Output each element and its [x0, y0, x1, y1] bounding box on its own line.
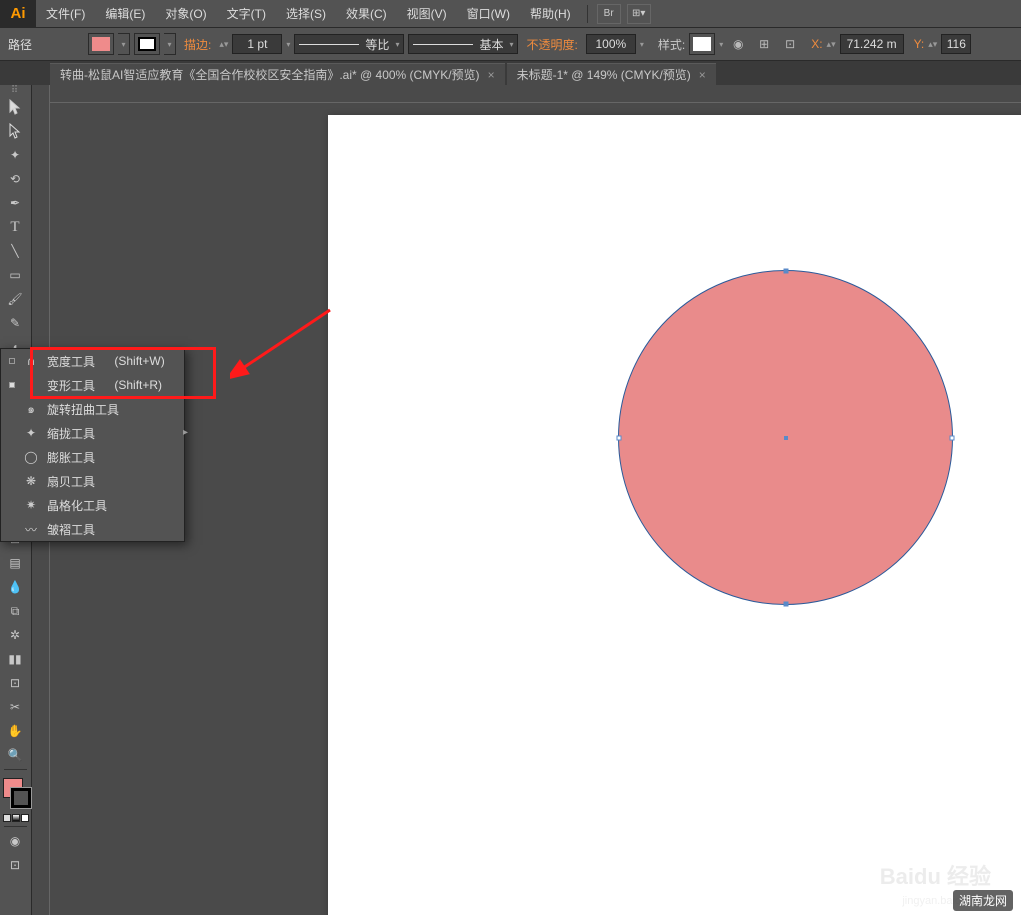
anchor-point[interactable] — [783, 269, 788, 274]
stroke-color-icon[interactable] — [11, 788, 31, 808]
recolor-icon[interactable]: ◉ — [727, 33, 749, 55]
gradient-tool[interactable]: ▤ — [0, 551, 30, 575]
main-area: ⠿ ✦ ⟲ ✒ T ╲ ▭ 🖌 ✎ ◖ ◫ ⟳ ⤢ ⋔ ⬚ ◐ ▦ ⊞ ▤ 💧 … — [0, 85, 1021, 915]
menu-edit[interactable]: 编辑(E) — [95, 0, 155, 28]
stroke-weight-input[interactable] — [232, 34, 282, 54]
flyout-twirl-tool[interactable]: ๑旋转扭曲工具 — [1, 397, 184, 421]
blend-tool[interactable]: ⧉ — [0, 599, 30, 623]
hand-tool[interactable]: ✋ — [0, 719, 30, 743]
menu-file[interactable]: 文件(F) — [36, 0, 95, 28]
fill-swatch[interactable] — [88, 33, 114, 55]
document-tabbar: 转曲-松鼠AI智适应教育《全国合作校校区安全指南》.ai* @ 400% (CM… — [0, 61, 1021, 85]
tab-document-2[interactable]: 未标题-1* @ 149% (CMYK/预览)× — [507, 63, 716, 85]
y-input[interactable] — [941, 34, 971, 54]
flyout-crystallize-tool[interactable]: ✷晶格化工具 — [1, 493, 184, 517]
fill-dropdown[interactable]: ▾ — [118, 33, 130, 55]
zoom-tool[interactable]: 🔍 — [0, 743, 30, 767]
close-icon[interactable]: × — [488, 68, 495, 82]
column-graph-tool[interactable]: ▮▮ — [0, 647, 30, 671]
rectangle-tool[interactable]: ▭ — [0, 263, 30, 287]
menu-select[interactable]: 选择(S) — [276, 0, 336, 28]
flyout-pucker-tool[interactable]: ✦缩拢工具 — [1, 421, 184, 445]
artboard-tool[interactable]: ⊡ — [0, 671, 30, 695]
draw-normal-icon[interactable]: ◉ — [0, 829, 30, 853]
menu-help[interactable]: 帮助(H) — [520, 0, 581, 28]
transform-icon[interactable]: ⊡ — [779, 33, 801, 55]
opacity-label: 不透明度: — [526, 36, 577, 53]
separator — [587, 5, 588, 23]
stroke-label: 描边: — [184, 36, 211, 53]
fill-stroke-control[interactable] — [0, 776, 30, 812]
profile-combo[interactable]: 等比▾ — [294, 34, 404, 54]
paintbrush-tool[interactable]: 🖌 — [0, 287, 30, 311]
flyout-wrinkle-tool[interactable]: 〰皱褶工具 — [1, 517, 184, 541]
panel-grip[interactable]: ⠿ — [0, 85, 31, 95]
close-icon[interactable]: × — [699, 68, 706, 82]
color-mode-icons — [0, 812, 31, 824]
ruler-horizontal[interactable] — [50, 85, 1021, 103]
flyout-scallop-tool[interactable]: ❋扇贝工具 — [1, 469, 184, 493]
stroke-dropdown[interactable]: ▾ — [164, 33, 176, 55]
watermark: Baidu 经验 — [880, 859, 991, 891]
stroke-swatch[interactable] — [134, 33, 160, 55]
menu-view[interactable]: 视图(V) — [397, 0, 457, 28]
center-point[interactable] — [784, 436, 788, 440]
anchor-point[interactable] — [950, 435, 955, 440]
flyout-width-tool[interactable]: ⋔宽度工具 (Shift+W) — [1, 349, 184, 373]
menu-effect[interactable]: 效果(C) — [336, 0, 397, 28]
eyedropper-tool[interactable]: 💧 — [0, 575, 30, 599]
flyout-tearoff-arrow[interactable]: ▸ — [183, 427, 188, 438]
anchor-point[interactable] — [617, 435, 622, 440]
opacity-input[interactable] — [586, 34, 636, 54]
artboard[interactable] — [328, 115, 1021, 915]
style-swatch[interactable] — [689, 33, 715, 55]
flyout-bloat-tool[interactable]: ◯膨胀工具 — [1, 445, 184, 469]
lasso-tool[interactable]: ⟲ — [0, 167, 30, 191]
pen-tool[interactable]: ✒ — [0, 191, 30, 215]
ellipse-shape[interactable] — [618, 270, 953, 605]
tool-flyout-menu: ⋔宽度工具 (Shift+W) ⌇变形工具 (Shift+R) ๑旋转扭曲工具 … — [0, 348, 185, 542]
watermark-badge: 湖南龙网 — [953, 890, 1013, 911]
align-icon[interactable]: ⊞ — [753, 33, 775, 55]
flyout-warp-tool[interactable]: ⌇变形工具 (Shift+R) — [1, 373, 184, 397]
menubar: Ai 文件(F) 编辑(E) 对象(O) 文字(T) 选择(S) 效果(C) 视… — [0, 0, 1021, 28]
arrange-icon[interactable]: ⊞▾ — [627, 4, 651, 24]
brush-combo[interactable]: 基本▾ — [408, 34, 518, 54]
symbol-sprayer-tool[interactable]: ✲ — [0, 623, 30, 647]
direct-selection-tool[interactable] — [0, 119, 30, 143]
color-mode-solid[interactable] — [3, 814, 11, 822]
slice-tool[interactable]: ✂ — [0, 695, 30, 719]
anchor-point[interactable] — [783, 602, 788, 607]
bridge-icon[interactable]: Br — [597, 4, 621, 24]
color-mode-none[interactable] — [21, 814, 29, 822]
control-bar: 路径 ▾ ▾ 描边: ▴▾ ▾ 等比▾ 基本▾ 不透明度: ▾ 样式: ▾ ◉ … — [0, 28, 1021, 61]
line-tool[interactable]: ╲ — [0, 239, 30, 263]
tab-document-1[interactable]: 转曲-松鼠AI智适应教育《全国合作校校区安全指南》.ai* @ 400% (CM… — [50, 63, 505, 85]
x-label: X: — [811, 37, 822, 51]
color-mode-gradient[interactable] — [12, 814, 20, 822]
app-logo: Ai — [0, 0, 36, 28]
menu-type[interactable]: 文字(T) — [217, 0, 276, 28]
menu-object[interactable]: 对象(O) — [155, 0, 216, 28]
screen-mode-icon[interactable]: ⊡ — [0, 853, 30, 877]
x-input[interactable] — [840, 34, 904, 54]
magic-wand-tool[interactable]: ✦ — [0, 143, 30, 167]
y-label: Y: — [914, 37, 925, 51]
pencil-tool[interactable]: ✎ — [0, 311, 30, 335]
selection-type-label: 路径 — [8, 36, 32, 53]
style-label: 样式: — [658, 36, 685, 53]
menu-window[interactable]: 窗口(W) — [457, 0, 520, 28]
selection-tool[interactable] — [0, 95, 30, 119]
type-tool[interactable]: T — [0, 215, 30, 239]
